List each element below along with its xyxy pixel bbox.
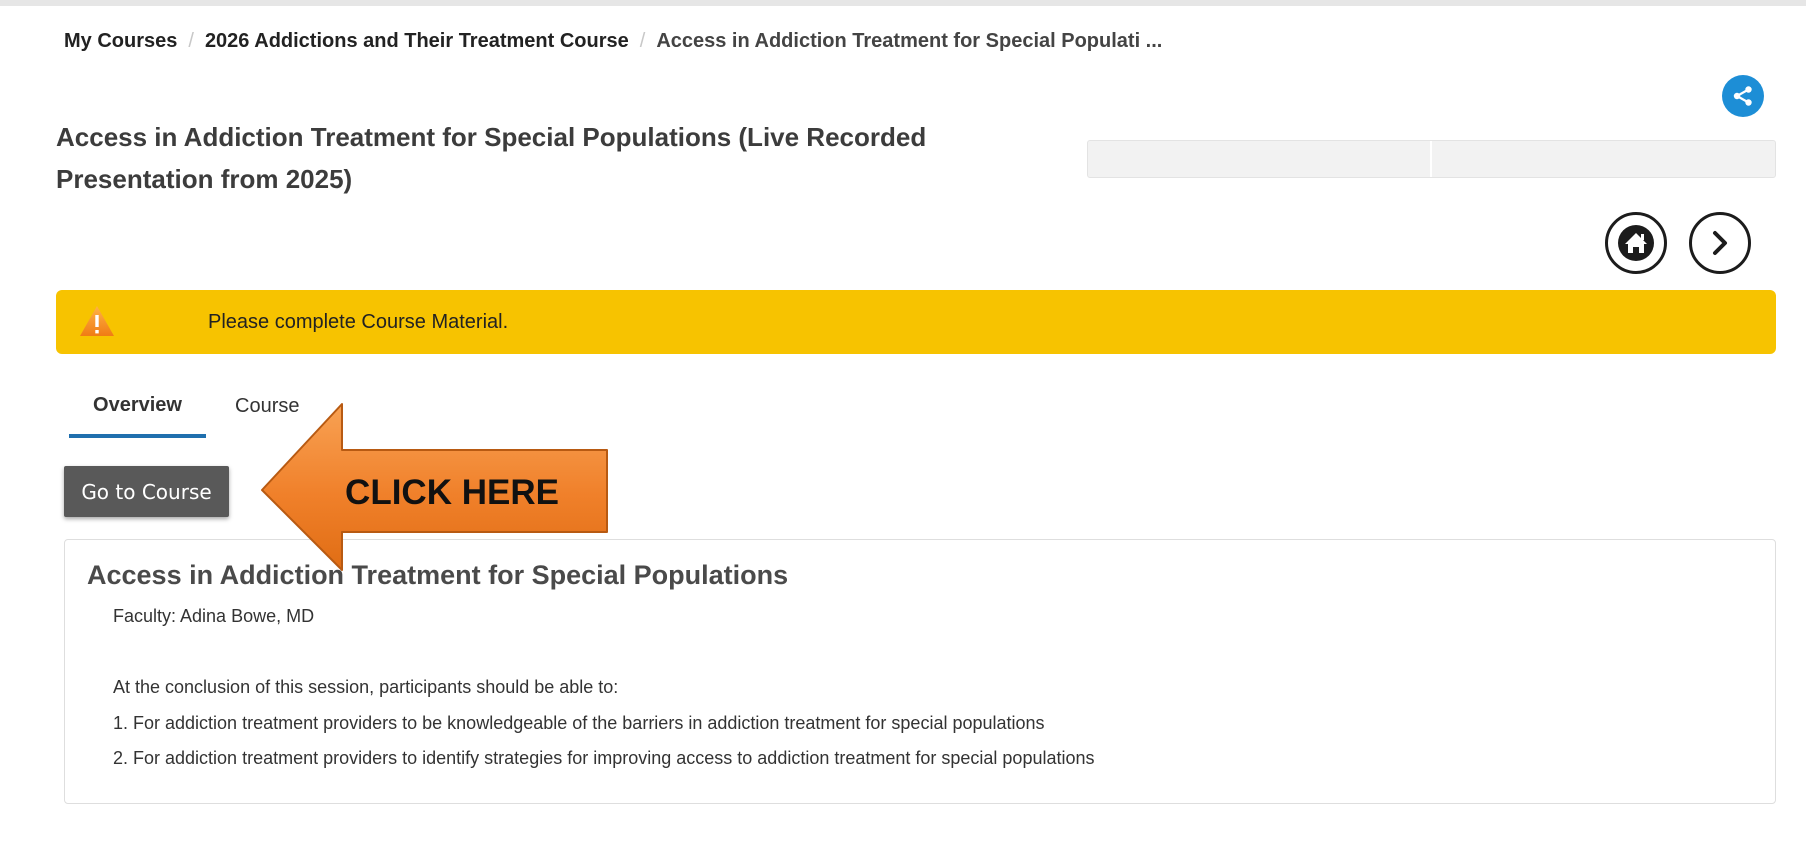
share-button[interactable] [1722, 75, 1764, 117]
objectives-intro: At the conclusion of this session, parti… [113, 677, 619, 697]
faculty-line: Faculty: Adina Bowe, MD [113, 606, 315, 626]
tab-overview[interactable]: Overview [69, 394, 206, 438]
home-button[interactable] [1605, 212, 1667, 274]
click-here-callout: CLICK HERE [261, 403, 608, 571]
breadcrumb-separator: / [188, 30, 194, 52]
breadcrumb: My Courses / 2026 Addictions and Their Tre… [64, 30, 1162, 53]
alert-message: Please complete Course Material. [208, 311, 509, 333]
objective-item: 2. For addiction treatment providers to … [113, 748, 1095, 768]
objective-item: 1. For addiction treatment providers to … [113, 713, 1045, 733]
alert-banner: Please complete Course Material. [56, 290, 1776, 354]
share-icon [1733, 86, 1752, 106]
top-border [0, 0, 1806, 6]
breadcrumb-current: Access in Addiction Treatment for Specia… [656, 30, 1163, 52]
home-icon [1618, 225, 1654, 261]
click-here-label: CLICK HERE [345, 473, 559, 512]
overview-panel: Access in Addiction Treatment for Specia… [64, 539, 1776, 804]
breadcrumb-course[interactable]: 2026 Addictions and Their Treatment Cour… [205, 30, 629, 52]
breadcrumb-my-courses[interactable]: My Courses [64, 30, 177, 52]
go-to-course-button[interactable]: Go to Course [64, 466, 229, 517]
chevron-right-icon [1713, 231, 1727, 255]
warning-icon [80, 306, 114, 336]
progress-divider [1430, 141, 1432, 177]
progress-bar [1087, 140, 1776, 178]
next-button[interactable] [1689, 212, 1751, 274]
breadcrumb-separator: / [639, 30, 646, 52]
page-title: Access in Addiction Treatment for Specia… [56, 122, 927, 194]
